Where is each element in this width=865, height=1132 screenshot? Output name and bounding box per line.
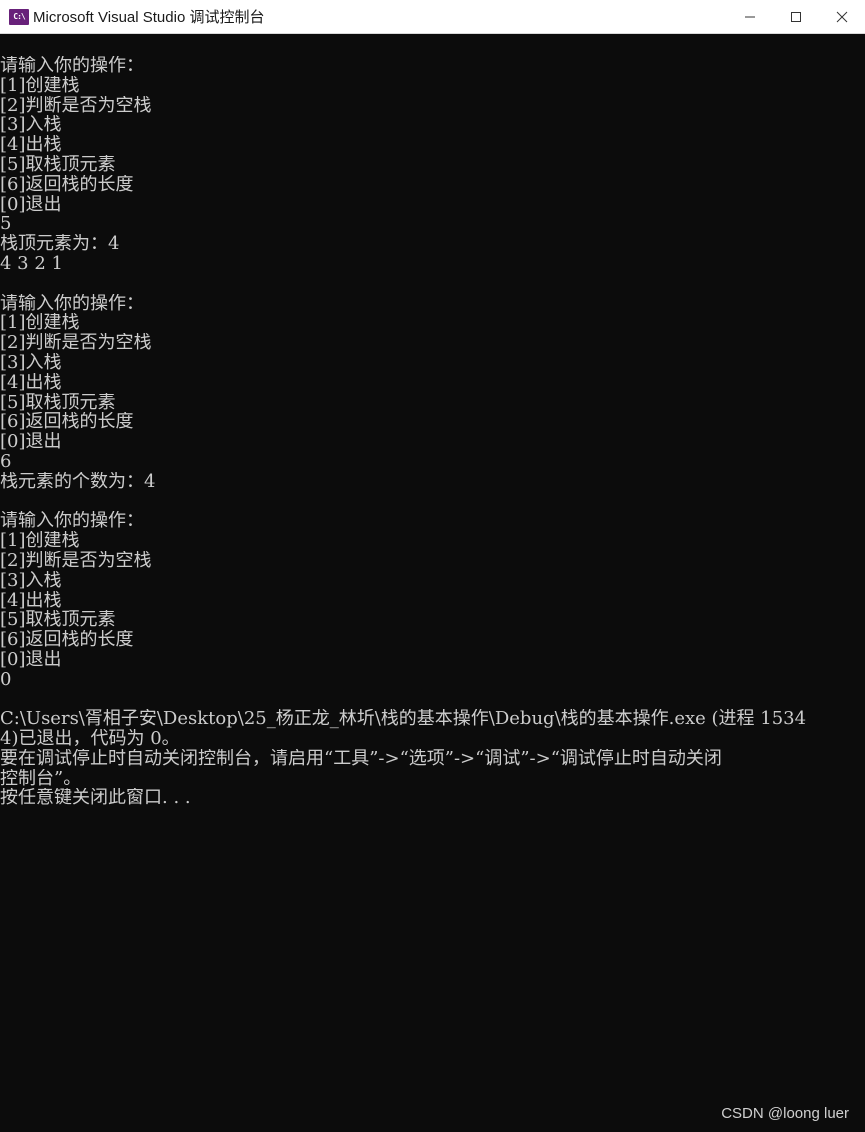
console-line: [4]出栈 bbox=[0, 135, 62, 155]
console-line: 要在调试停止时自动关闭控制台，请启用“工具”->“选项”->“调试”->“调试停… bbox=[0, 748, 722, 769]
console-line: [4]出栈 bbox=[0, 590, 62, 611]
console-line: [3]入栈 bbox=[0, 352, 62, 373]
window-controls bbox=[727, 0, 865, 34]
console-line: [6]返回栈的长度 bbox=[0, 174, 134, 195]
console-line: [3]入栈 bbox=[0, 115, 62, 136]
console-line: [0]退出 bbox=[0, 194, 62, 215]
close-button[interactable] bbox=[819, 0, 865, 34]
console-line: 5 bbox=[0, 214, 12, 235]
visual-studio-console-icon: C:\ bbox=[9, 8, 29, 25]
console-line: [2]判断是否为空栈 bbox=[0, 550, 152, 571]
minimize-icon bbox=[745, 16, 755, 18]
console-line: [0]退出 bbox=[0, 432, 62, 452]
minimize-button[interactable] bbox=[727, 0, 773, 34]
console-line: 按任意键关闭此窗口. . . bbox=[0, 788, 191, 809]
csdn-watermark: CSDN @loong luer bbox=[721, 1105, 849, 1122]
console-line: 栈顶元素为：4 bbox=[0, 234, 120, 254]
console-line: 请输入你的操作： bbox=[0, 293, 144, 314]
window-title: Microsoft Visual Studio 调试控制台 bbox=[33, 9, 265, 26]
console-window: C:\ Microsoft Visual Studio 调试控制台 请输入你的操… bbox=[0, 0, 865, 1132]
console-line: 控制台”。 bbox=[0, 768, 82, 789]
console-line: [3]入栈 bbox=[0, 570, 62, 591]
console-line: 0 bbox=[0, 669, 12, 690]
console-line: C:\Users\胥相子安\Desktop\25_杨正龙_林圻\栈的基本操作\D… bbox=[0, 709, 807, 730]
console-line: [1]创建栈 bbox=[0, 313, 80, 334]
console-output[interactable]: 请输入你的操作： [1]创建栈 [2]判断是否为空栈 [3]入栈 [4]出栈 [5]取栈顶… bbox=[0, 56, 865, 808]
console-line: [0]退出 bbox=[0, 649, 62, 670]
console-line: [1]创建栈 bbox=[0, 75, 80, 96]
console-line: [2]判断是否为空栈 bbox=[0, 95, 152, 116]
console-line: 4)已退出，代码为 0。 bbox=[0, 729, 180, 749]
maximize-icon bbox=[791, 12, 801, 22]
title-bar[interactable]: C:\ Microsoft Visual Studio 调试控制台 bbox=[0, 0, 865, 34]
console-line: [5]取栈顶元素 bbox=[0, 392, 116, 413]
app-icon-text: C:\ bbox=[13, 12, 25, 21]
console-line: [2]判断是否为空栈 bbox=[0, 333, 152, 353]
console-line: [5]取栈顶元素 bbox=[0, 610, 116, 631]
console-line: 6 bbox=[0, 451, 12, 472]
close-icon bbox=[836, 11, 848, 23]
console-line: 4 3 2 1 bbox=[0, 253, 63, 274]
console-line: [6]返回栈的长度 bbox=[0, 412, 134, 433]
maximize-button[interactable] bbox=[773, 0, 819, 34]
console-line: [4]出栈 bbox=[0, 372, 62, 393]
console-line: 请输入你的操作： bbox=[0, 56, 144, 76]
console-line: 请输入你的操作： bbox=[0, 511, 144, 532]
console-line: [1]创建栈 bbox=[0, 531, 80, 551]
console-line: [5]取栈顶元素 bbox=[0, 154, 116, 175]
console-line: 栈元素的个数为：4 bbox=[0, 471, 156, 492]
console-line: [6]返回栈的长度 bbox=[0, 630, 134, 650]
